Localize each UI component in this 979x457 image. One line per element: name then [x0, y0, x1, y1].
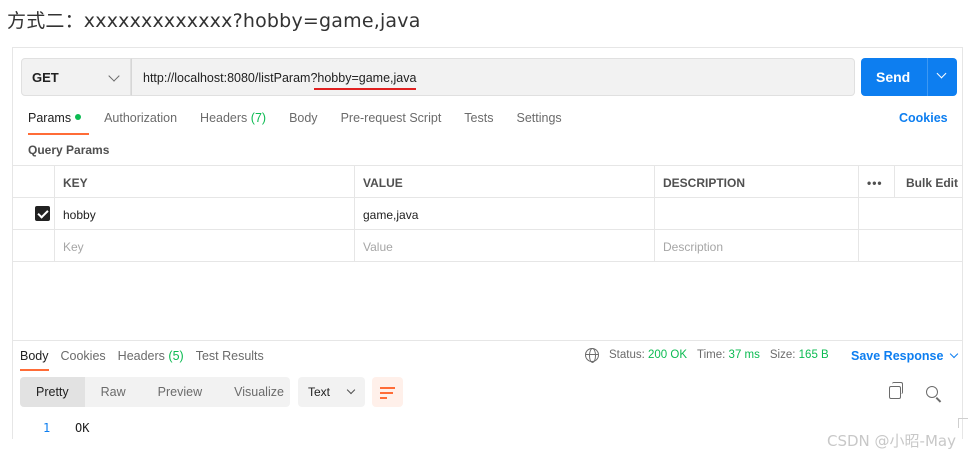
chevron-down-icon: [108, 70, 120, 82]
query-params-title: Query Params: [28, 143, 110, 157]
tab-params[interactable]: Params: [28, 111, 90, 135]
description-placeholder[interactable]: Description: [655, 230, 859, 261]
bulk-edit-button[interactable]: Bulk Edit: [895, 166, 962, 197]
watermark: CSDN @小昭-May: [827, 432, 956, 450]
params-table: KEY VALUE DESCRIPTION ••• Bulk Edit hobb…: [13, 165, 962, 262]
response-text: OK: [75, 421, 90, 435]
time-value[interactable]: 37 ms: [729, 349, 760, 361]
header-checkbox-cell: [13, 166, 55, 197]
format-select[interactable]: Text: [298, 377, 365, 407]
send-label: Send: [876, 69, 911, 85]
table-header-row: KEY VALUE DESCRIPTION ••• Bulk Edit: [13, 166, 962, 198]
tab-pre-request-script[interactable]: Pre-request Script: [341, 111, 442, 135]
view-raw[interactable]: Raw: [85, 377, 142, 407]
response-tabs: Body Cookies Headers (5) Test Results: [20, 349, 276, 371]
row-checkbox-cell: [13, 198, 55, 229]
tab-test-results[interactable]: Test Results: [196, 349, 264, 371]
tab-response-headers[interactable]: Headers (5): [118, 349, 184, 371]
tab-settings[interactable]: Settings: [516, 111, 561, 135]
ellipsis-icon: •••: [867, 176, 883, 190]
method-label: GET: [32, 70, 59, 85]
wrap-lines-button[interactable]: [372, 377, 403, 407]
save-response-button[interactable]: Save Response: [851, 349, 959, 363]
postman-window: GET http://localhost:8080/listParam?hobb…: [12, 47, 963, 439]
param-value[interactable]: game,java: [355, 198, 655, 229]
line-number: 1: [43, 421, 51, 435]
view-visualize[interactable]: Visualize: [218, 377, 300, 407]
tab-response-cookies[interactable]: Cookies: [61, 349, 106, 371]
method-select[interactable]: GET: [21, 58, 131, 96]
param-description[interactable]: [655, 198, 859, 229]
response-divider: [13, 340, 962, 341]
cookies-link[interactable]: Cookies: [899, 111, 948, 125]
globe-icon[interactable]: [585, 348, 599, 363]
send-divider: [927, 58, 928, 96]
view-pretty[interactable]: Pretty: [20, 377, 85, 407]
key-placeholder[interactable]: Key: [55, 230, 355, 261]
copy-icon[interactable]: [889, 382, 903, 399]
tab-body[interactable]: Body: [289, 111, 318, 135]
resize-corner: [958, 418, 968, 428]
checkbox-checked[interactable]: [35, 206, 50, 221]
red-underline-annotation: [314, 88, 416, 90]
url-input[interactable]: http://localhost:8080/listParam?hobby=ga…: [131, 58, 855, 96]
status-value[interactable]: 200 OK: [648, 349, 687, 361]
param-key[interactable]: hobby: [55, 198, 355, 229]
more-options-button[interactable]: •••: [859, 166, 895, 197]
tab-authorization[interactable]: Authorization: [104, 111, 177, 135]
tab-response-body[interactable]: Body: [20, 349, 49, 371]
view-preview[interactable]: Preview: [142, 377, 218, 407]
value-placeholder[interactable]: Value: [355, 230, 655, 261]
view-mode-tabs: Pretty Raw Preview Visualize: [20, 377, 290, 407]
chevron-down-icon: [346, 385, 356, 395]
params-active-dot: [75, 114, 82, 120]
tab-headers[interactable]: Headers (7): [200, 111, 266, 135]
header-description: DESCRIPTION: [655, 166, 859, 197]
table-row: hobby game,java: [13, 198, 962, 230]
table-row-empty: Key Value Description: [13, 230, 962, 262]
url-text: http://localhost:8080/listParam?hobby=ga…: [143, 71, 417, 85]
header-key: KEY: [55, 166, 355, 197]
empty-checkbox-cell: [13, 230, 55, 261]
response-status-bar: Status: 200 OK Time: 37 ms Size: 165 B: [585, 348, 829, 363]
size-value[interactable]: 165 B: [799, 349, 829, 361]
header-value: VALUE: [355, 166, 655, 197]
request-tabs: Params Authorization Headers (7) Body Pr…: [28, 111, 585, 135]
chevron-down-icon: [950, 349, 959, 359]
send-button[interactable]: Send: [861, 58, 957, 96]
tab-tests[interactable]: Tests: [464, 111, 493, 135]
page-caption: 方式二：xxxxxxxxxxxxx?hobby=game,java: [7, 10, 421, 32]
search-icon[interactable]: [926, 386, 938, 398]
chevron-down-icon[interactable]: [936, 68, 947, 79]
